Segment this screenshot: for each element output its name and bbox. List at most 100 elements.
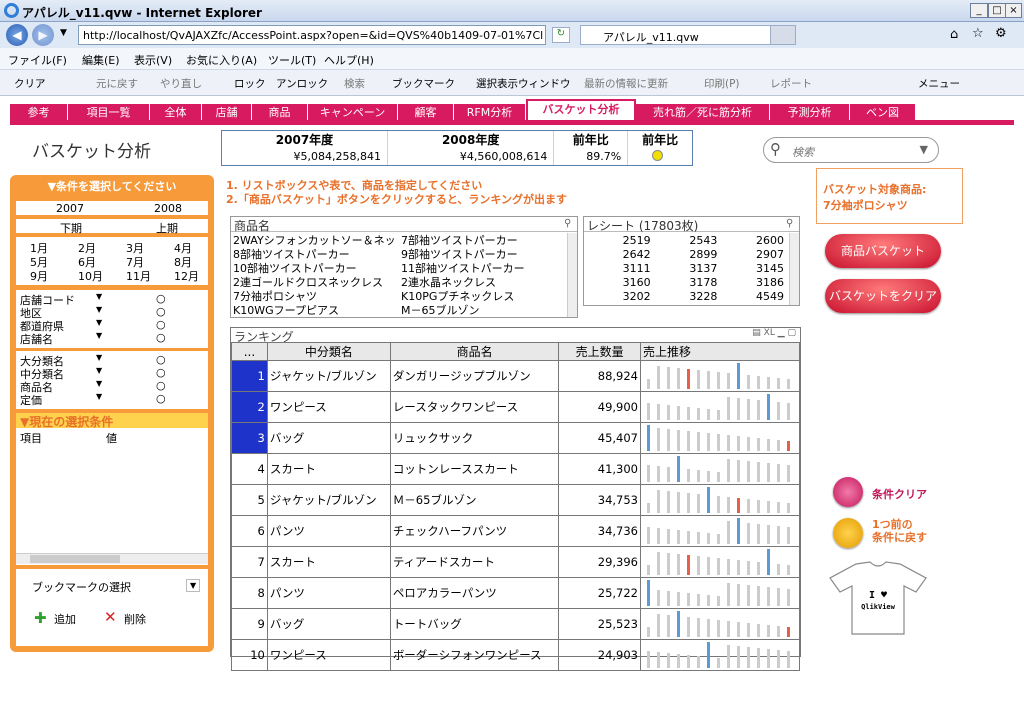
half-second[interactable]: 下期 — [60, 220, 82, 236]
toolbar-lock[interactable]: ロック — [234, 76, 266, 91]
menu-favorites[interactable]: お気に入り(A) — [186, 52, 257, 68]
receipt-value[interactable]: 3202 — [584, 290, 651, 304]
receipt-value[interactable]: 4549 — [717, 290, 784, 304]
rank-cell[interactable]: 7 — [231, 546, 268, 578]
table-row[interactable]: 8 パンツ ペロアカラーパンツ 25,722 — [231, 577, 800, 609]
product-cell[interactable]: リュックサック — [389, 422, 560, 454]
back-icon[interactable]: ◀ — [6, 24, 28, 46]
receipt-value[interactable]: 3186 — [717, 276, 784, 290]
scroll-thumb[interactable] — [30, 555, 120, 563]
menu-file[interactable]: ファイル(F) — [8, 52, 67, 68]
product-cell[interactable]: トートバッグ — [389, 608, 560, 640]
horizontal-scrollbar[interactable] — [16, 553, 208, 564]
trend-cell[interactable] — [640, 422, 800, 454]
bookmark-dropdown-icon[interactable]: ▼ — [186, 579, 201, 592]
rank-cell[interactable]: 1 — [231, 360, 268, 392]
product-item[interactable]: 11部袖ツイストパーカー — [401, 262, 565, 276]
product-item[interactable]: 7部袖ツイストパーカー — [401, 234, 565, 248]
receipt-value[interactable]: 2519 — [584, 234, 651, 248]
toolbar-bookmark[interactable]: ブックマーク — [392, 76, 455, 91]
col-qty[interactable]: 売上数量 — [558, 342, 641, 361]
month-11[interactable]: 11月 — [126, 268, 151, 284]
table-row[interactable]: 5 ジャケット/ブルゾン Ｍ－65ブルゾン 34,753 — [231, 484, 800, 516]
qty-cell[interactable]: 29,396 — [558, 546, 641, 578]
trend-cell[interactable] — [640, 577, 800, 609]
receipt-value[interactable]: 2907 — [717, 248, 784, 262]
search-box[interactable]: ⚲ 検索 ▼ — [763, 137, 939, 163]
clear-condition-icon[interactable] — [833, 477, 863, 507]
toolbar-redo[interactable]: やり直し — [160, 76, 202, 91]
product-item[interactable]: 2連ゴールドクロスネックレス — [233, 276, 397, 290]
qty-cell[interactable]: 25,722 — [558, 577, 641, 609]
receipt-value[interactable]: 3228 — [651, 290, 717, 304]
settings-gear-icon[interactable]: ⚙ — [995, 26, 1007, 41]
year-2008[interactable]: 2008 — [154, 202, 182, 215]
kpi-header-2007[interactable]: 2007年度 — [222, 131, 388, 148]
col-product-name[interactable]: 商品名 — [389, 342, 560, 361]
toolbar-report[interactable]: レポート — [770, 76, 812, 91]
new-tab-button[interactable] — [770, 25, 796, 45]
rank-cell[interactable]: 9 — [231, 608, 268, 640]
toolbar-search[interactable]: 検索 — [344, 76, 365, 91]
tab-basket-analysis[interactable]: バスケット分析 — [526, 99, 636, 122]
browser-tab[interactable]: アパレル_v11.qvw× — [580, 25, 796, 45]
vertical-scrollbar[interactable] — [789, 233, 799, 305]
clear-condition-button[interactable]: 条件クリア — [872, 486, 927, 502]
toolbar-clear[interactable]: クリア — [14, 76, 46, 91]
rank-cell[interactable]: 5 — [231, 484, 268, 516]
col-mid-category[interactable]: 中分類名 — [266, 342, 391, 361]
month-9[interactable]: 9月 — [30, 268, 48, 284]
nav-dropdown-icon[interactable]: ▼ — [60, 28, 67, 38]
table-row[interactable]: 10 ワンピース ボーダーシフォンワンピース 24,903 — [231, 639, 800, 671]
maximize-button[interactable]: □ — [988, 3, 1006, 18]
product-item[interactable]: 8部袖ツイストパーカー — [233, 248, 397, 262]
menu-tools[interactable]: ツール(T) — [268, 52, 316, 68]
add-bookmark-button[interactable]: 追加 — [54, 611, 76, 627]
category-cell[interactable]: パンツ — [266, 577, 391, 609]
trend-cell[interactable] — [640, 608, 800, 640]
category-cell[interactable]: バッグ — [266, 422, 391, 454]
rank-cell[interactable]: 6 — [231, 515, 268, 547]
search-icon[interactable]: ⚲ — [564, 218, 571, 229]
rank-cell[interactable]: 8 — [231, 577, 268, 609]
product-item[interactable]: 2WAYシフォンカットソー＆ネックレス — [233, 234, 397, 248]
search-icon[interactable]: ⚲ — [786, 218, 793, 229]
product-item[interactable]: K10WGフープピアス — [233, 304, 397, 318]
receipt-value[interactable]: 2642 — [584, 248, 651, 262]
toolbar-menu[interactable]: メニュー — [918, 76, 960, 91]
table-row[interactable]: 6 パンツ チェックハーフパンツ 34,736 — [231, 515, 800, 547]
category-cell[interactable]: ワンピース — [266, 391, 391, 423]
col-trend[interactable]: 売上推移 — [640, 342, 800, 361]
qty-cell[interactable]: 41,300 — [558, 453, 641, 485]
table-row[interactable]: 1 ジャケット/ブルゾン ダンガリージップブルゾン 88,924 — [231, 360, 800, 392]
product-item[interactable]: 7分袖ポロシャツ — [233, 290, 397, 304]
half-first[interactable]: 上期 — [156, 220, 178, 236]
category-cell[interactable]: バッグ — [266, 608, 391, 640]
trend-cell[interactable] — [640, 546, 800, 578]
rank-cell[interactable]: 3 — [231, 422, 268, 454]
delete-x-icon[interactable]: ✕ — [104, 608, 117, 626]
category-cell[interactable]: スカート — [266, 453, 391, 485]
menu-edit[interactable]: 編集(E) — [82, 52, 120, 68]
receipt-value[interactable]: 3160 — [584, 276, 651, 290]
field-list-price[interactable]: 定価 ▼ ○ — [20, 392, 200, 408]
receipt-value[interactable]: 3145 — [717, 262, 784, 276]
trend-cell[interactable] — [640, 515, 800, 547]
toolbar-print[interactable]: 印刷(P) — [704, 76, 740, 91]
home-icon[interactable]: ⌂ — [950, 27, 958, 42]
toolbar-undo[interactable]: 元に戻す — [96, 76, 138, 91]
product-cell[interactable]: ティアードスカート — [389, 546, 560, 578]
col-rank[interactable]: ... — [231, 342, 268, 361]
menu-view[interactable]: 表示(V) — [134, 52, 172, 68]
trend-cell[interactable] — [640, 391, 800, 423]
receipt-value[interactable]: 3178 — [651, 276, 717, 290]
minimize-button[interactable]: _ — [970, 3, 988, 18]
back-condition-button[interactable]: 1つ前の 条件に戻す — [872, 518, 927, 544]
bookmark-select-label[interactable]: ブックマークの選択 — [32, 579, 131, 595]
category-cell[interactable]: ワンピース — [266, 639, 391, 671]
clear-basket-button[interactable]: バスケットをクリア — [825, 279, 941, 313]
product-item[interactable]: 10部袖ツイストパーカー — [233, 262, 397, 276]
product-item[interactable]: K10PGプチネックレス — [401, 290, 565, 304]
table-row[interactable]: 9 バッグ トートバッグ 25,523 — [231, 608, 800, 640]
product-item[interactable]: 2連水晶ネックレス — [401, 276, 565, 290]
